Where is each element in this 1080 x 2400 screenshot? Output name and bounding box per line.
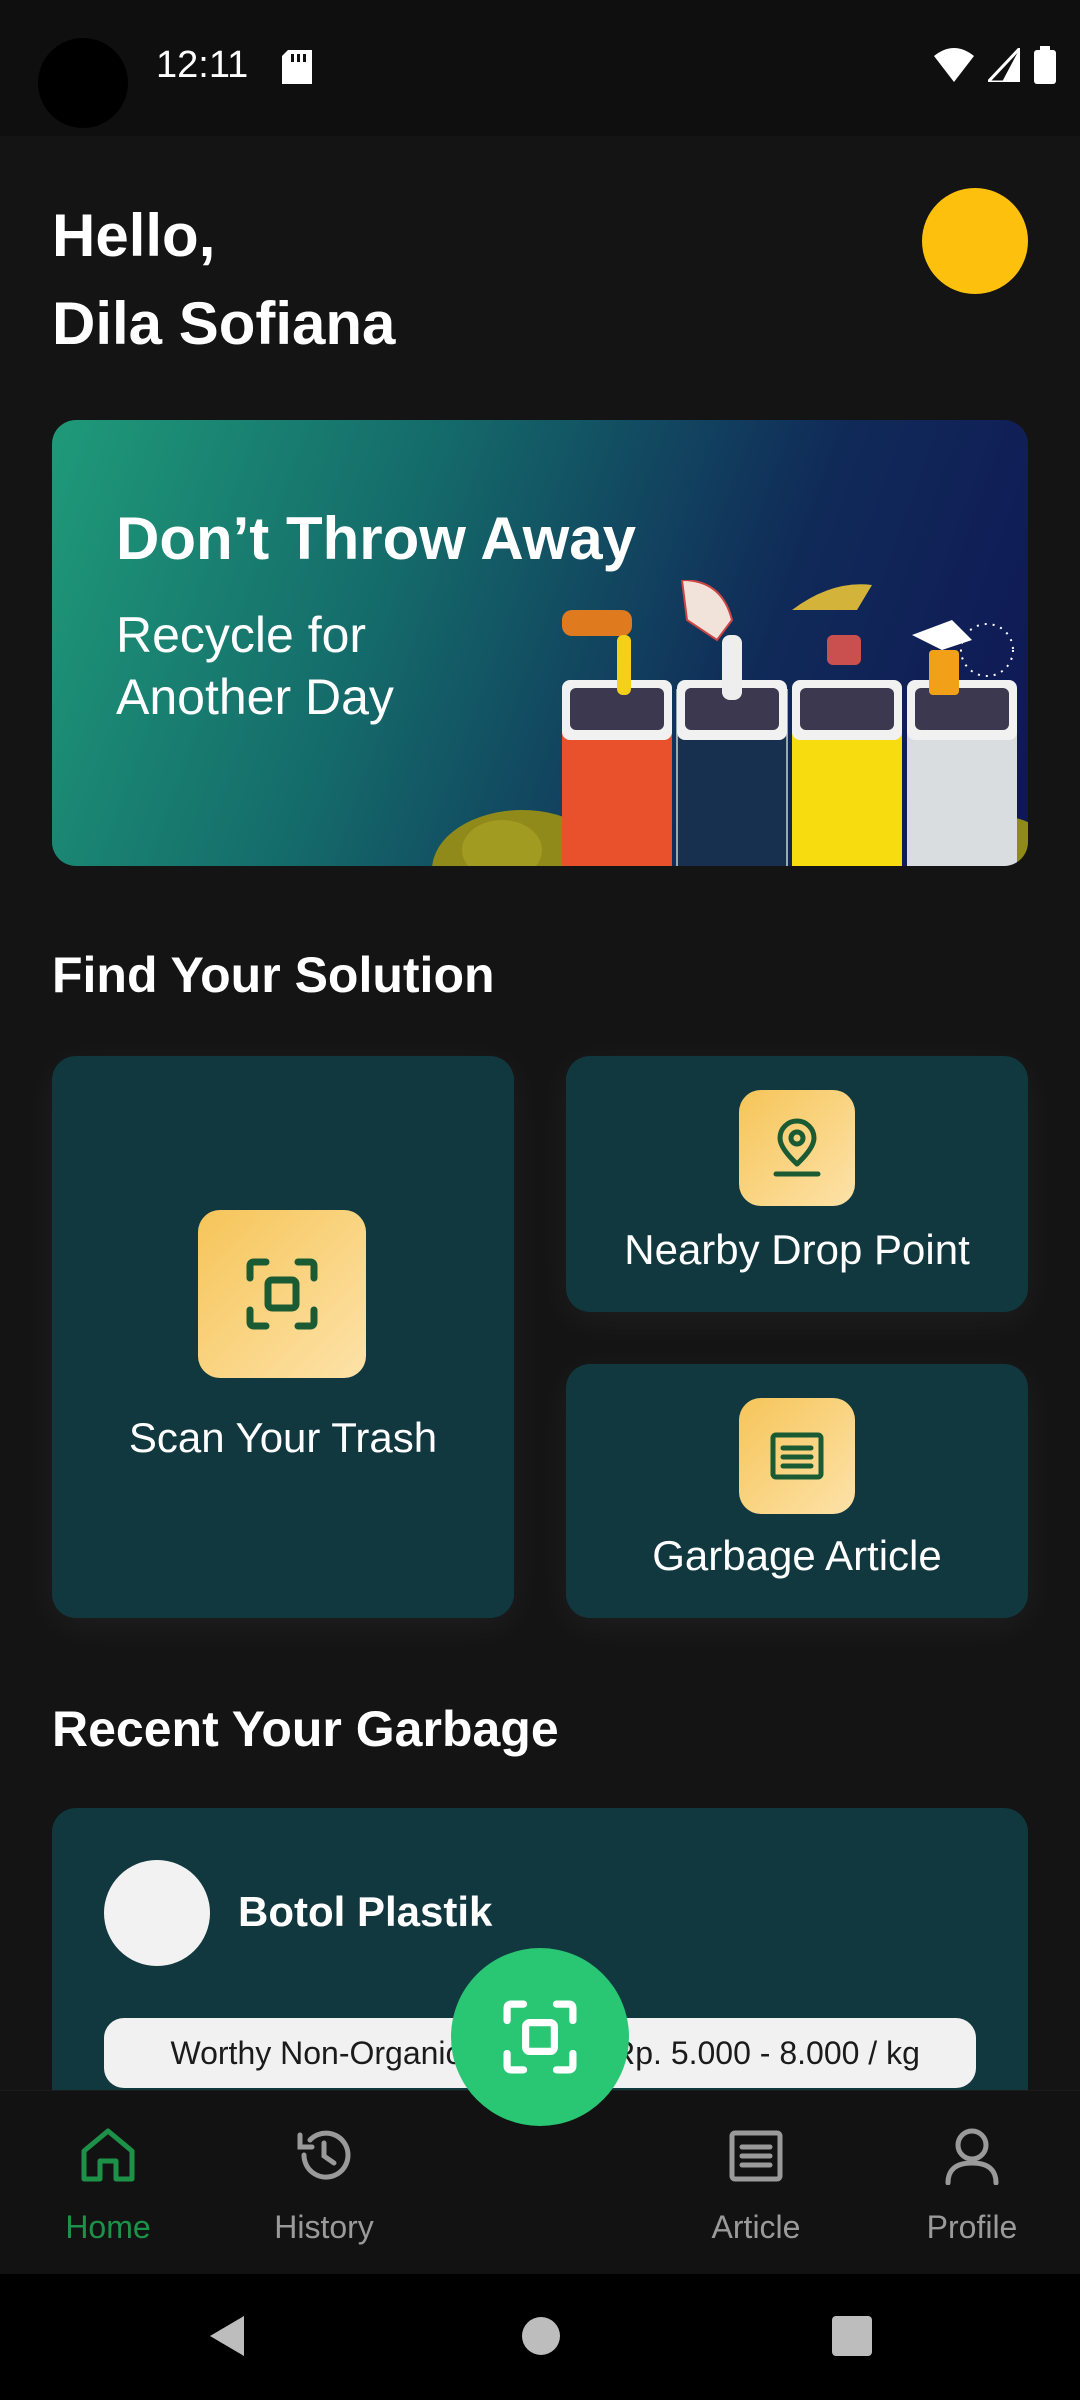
promo-banner[interactable]: Don’t Throw Away Recycle for Another Day	[52, 420, 1028, 866]
garbage-article-card[interactable]: Garbage Article	[566, 1364, 1028, 1618]
article-icon-badge	[739, 1398, 855, 1514]
nav-home-label: Home	[65, 2209, 151, 2245]
scan-trash-label: Scan Your Trash	[128, 1414, 438, 1461]
greeting: Hello, Dila Sofiana	[52, 192, 395, 368]
banner-title: Don’t Throw Away	[116, 505, 637, 572]
history-icon	[297, 2130, 351, 2180]
cell-signal-icon	[988, 48, 1020, 82]
greeting-user-name: Dila Sofiana	[52, 290, 396, 357]
nearby-drop-point-label: Nearby Drop Point	[624, 1226, 970, 1273]
scan-icon	[246, 1258, 318, 1330]
greeting-hello: Hello,	[52, 202, 216, 269]
nav-home[interactable]: Home	[0, 2091, 216, 2275]
garbage-thumbnail	[104, 1860, 210, 1966]
home-circle-icon[interactable]	[520, 2312, 562, 2360]
nav-profile[interactable]: Profile	[864, 2091, 1080, 2275]
scan-fab-button[interactable]	[451, 1948, 629, 2126]
solution-section-title: Find Your Solution	[52, 947, 495, 1003]
status-bar: 12:11	[0, 0, 1080, 136]
nav-history-label: History	[274, 2209, 374, 2245]
scan-icon	[503, 2000, 577, 2074]
sd-card-icon	[282, 50, 312, 84]
banner-subtitle: Recycle for Another Day	[116, 607, 394, 725]
article-list-icon	[770, 1432, 824, 1480]
camera-cutout	[38, 38, 128, 128]
location-pin-icon	[773, 1118, 821, 1177]
nearby-drop-point-card[interactable]: Nearby Drop Point	[566, 1056, 1028, 1312]
nav-article-label: Article	[711, 2209, 801, 2245]
recents-square-icon[interactable]	[830, 2312, 874, 2360]
recycle-bins-illustration	[432, 580, 1028, 866]
nav-article[interactable]: Article	[648, 2091, 864, 2275]
scan-icon-badge	[198, 1210, 366, 1378]
system-navigation-bar	[0, 2274, 1080, 2400]
profile-icon	[945, 2128, 999, 2185]
back-icon[interactable]	[204, 2312, 248, 2360]
home-icon	[81, 2128, 135, 2182]
location-icon-badge	[739, 1090, 855, 1206]
garbage-name: Botol Plastik	[238, 1888, 493, 1935]
scan-trash-card[interactable]: Scan Your Trash	[52, 1056, 514, 1618]
article-icon	[729, 2130, 783, 2182]
garbage-article-label: Garbage Article	[652, 1532, 942, 1579]
battery-icon	[1034, 46, 1056, 84]
user-avatar[interactable]	[922, 188, 1028, 294]
nav-history[interactable]: History	[216, 2091, 432, 2275]
recent-section-title: Recent Your Garbage	[52, 1701, 559, 1757]
status-time: 12:11	[156, 44, 249, 86]
nav-profile-label: Profile	[926, 2209, 1018, 2245]
wifi-icon	[934, 48, 974, 82]
